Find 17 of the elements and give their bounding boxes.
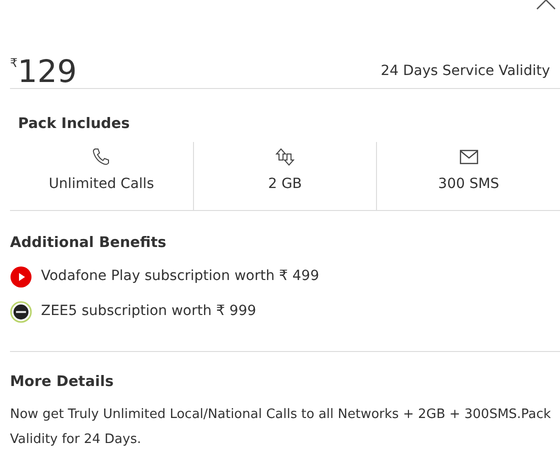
pack-item-label: Unlimited Calls: [48, 175, 154, 194]
currency-symbol: ₹: [10, 57, 18, 72]
section-title: Additional Benefits: [10, 234, 168, 253]
benefit-text: ZEE5 subscription worth ₹ 999: [41, 302, 256, 321]
details-text: Now get Truly Unlimited Local/National Calls to all Networks + 2GB + 300SMS.Pack Validity for 24 Days.: [10, 406, 552, 449]
pack-item-label: 300 SMS: [438, 175, 500, 194]
section-title: More Details: [10, 373, 115, 392]
zee-logo-icon: [10, 300, 32, 322]
section-title: Pack Includes: [17, 115, 131, 134]
phone-icon: [91, 147, 112, 167]
benefit-text: Vodafone Play subscription worth ₹ 499: [41, 267, 320, 286]
envelope-icon: [458, 147, 479, 167]
play-logo-icon: [10, 266, 32, 288]
price-amount: 129: [18, 57, 77, 88]
up-down-arrows-icon: [275, 147, 295, 167]
validity-text: 24 Days Service Validity: [380, 62, 550, 81]
pack-item-label: 2 GB: [268, 175, 302, 194]
